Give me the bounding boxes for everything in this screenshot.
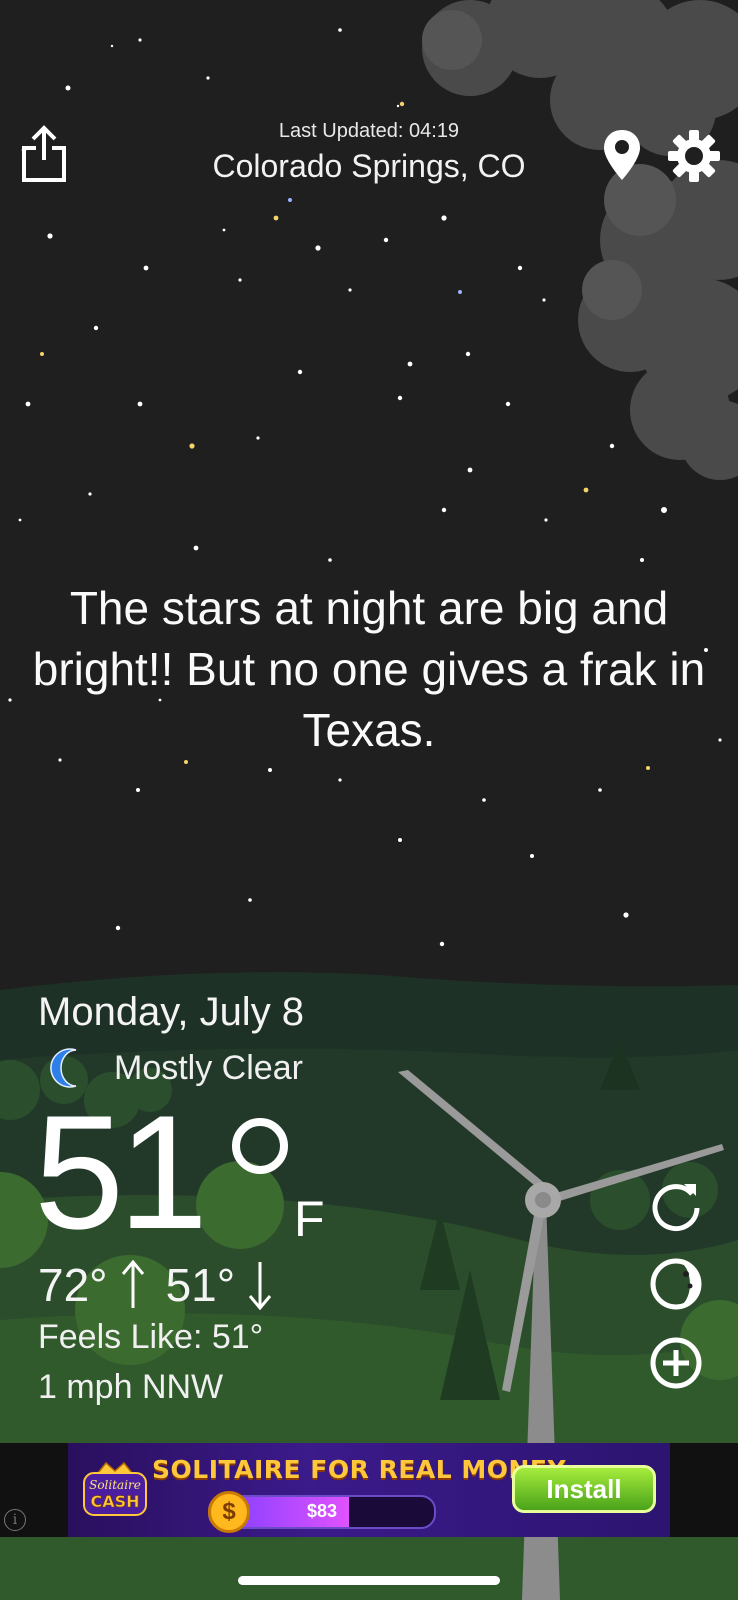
gear-icon[interactable] [668,130,720,182]
date-label: Monday, July 8 [38,990,305,1034]
wind-info: 1 mph NNW [38,1368,224,1406]
low-temp: 51° [165,1259,236,1311]
add-icon[interactable] [648,1335,704,1391]
high-low: 72° 51° [38,1258,273,1312]
high-temp: 72° [38,1259,108,1311]
current-temperature: 51 [34,1082,208,1263]
home-indicator[interactable] [238,1576,500,1585]
ad-headline: SOLITAIRE FOR REAL MONEY [152,1455,567,1484]
moon-phase-icon[interactable] [648,1256,704,1312]
install-button[interactable]: Install [512,1465,656,1513]
feels-like: Feels Like: 51° [38,1318,264,1356]
refresh-icon[interactable] [648,1178,704,1234]
degree-symbol [232,1118,288,1174]
ad-info-icon[interactable]: i [4,1509,26,1531]
location-pin-icon[interactable] [602,128,642,182]
weather-quote: The stars at night are big and bright!! … [32,582,706,756]
top-bar: Last Updated: 04:19 Colorado Springs, CO [0,110,738,200]
svg-text:CASH: CASH [90,1492,139,1511]
arrow-up-icon [121,1260,144,1308]
ad-banner[interactable]: Solitaire CASH SOLITAIRE FOR REAL MONEY … [0,1443,738,1537]
coin-icon: $ [208,1491,250,1533]
arrow-down-icon [248,1262,272,1310]
background-scene [0,0,738,1600]
ad-creative[interactable]: Solitaire CASH SOLITAIRE FOR REAL MONEY … [68,1443,670,1537]
solitaire-cash-logo: Solitaire CASH [83,1461,147,1516]
svg-text:Solitaire: Solitaire [89,1478,141,1492]
temperature-unit[interactable]: F [294,1190,325,1248]
